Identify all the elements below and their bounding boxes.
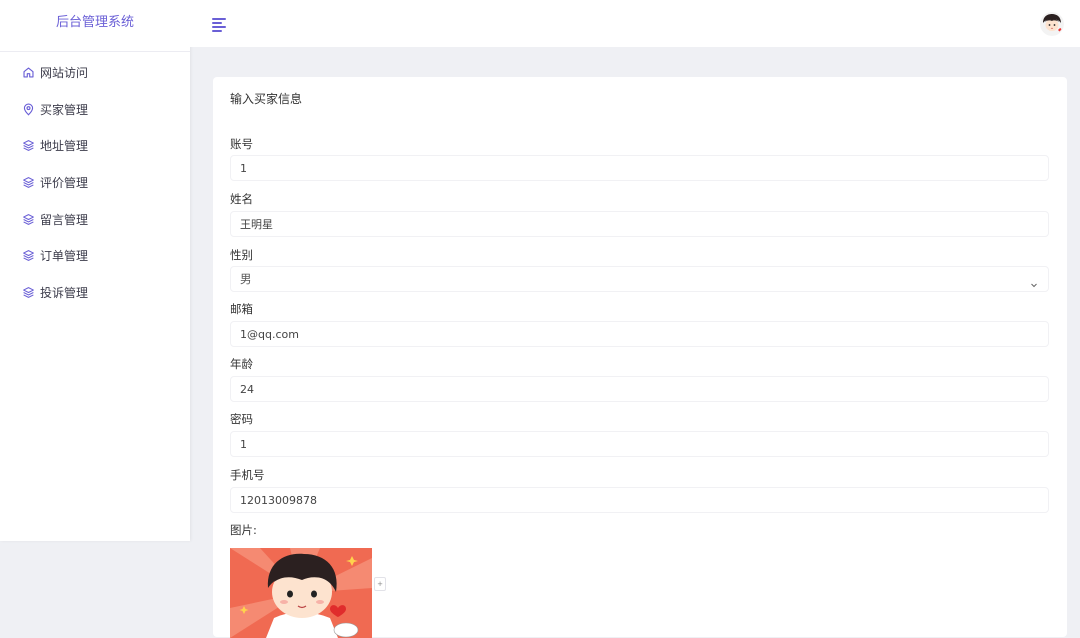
upload-image-button[interactable]: + (374, 577, 386, 591)
sidebar-item-reviews[interactable]: 评价管理 (0, 164, 190, 201)
age-field[interactable] (230, 376, 1049, 402)
image-label: 图片: (230, 523, 257, 537)
layers-icon (22, 286, 35, 299)
app-title: 后台管理系统 (0, 0, 190, 52)
sidebar: 后台管理系统 网站访问 买家管理 地址管理 评价管理 留言管理 订单管理 投诉管… (0, 0, 190, 541)
account-label: 账号 (230, 137, 253, 151)
sidebar-item-label: 留言管理 (40, 212, 89, 227)
hamburger-icon[interactable] (212, 18, 226, 32)
sidebar-item-label: 投诉管理 (40, 285, 89, 300)
layers-icon (22, 249, 35, 262)
home-icon (22, 66, 35, 79)
sidebar-item-label: 网站访问 (40, 65, 89, 80)
sidebar-item-orders[interactable]: 订单管理 (0, 237, 190, 274)
sidebar-item-label: 评价管理 (40, 175, 89, 190)
sidebar-item-label: 订单管理 (40, 249, 89, 264)
chevron-down-icon (1030, 273, 1038, 288)
password-label: 密码 (230, 412, 253, 426)
age-label: 年龄 (230, 357, 253, 371)
email-label: 邮箱 (230, 302, 253, 316)
buyer-photo (230, 548, 372, 638)
gender-select[interactable]: 男 (230, 266, 1049, 292)
gender-label: 性别 (230, 248, 253, 262)
form-title: 输入买家信息 (230, 92, 303, 106)
name-field[interactable] (230, 211, 1049, 237)
sidebar-item-label: 地址管理 (40, 139, 89, 154)
phone-field[interactable] (230, 487, 1049, 513)
layers-icon (22, 213, 35, 226)
password-field[interactable] (230, 431, 1049, 457)
gender-selected-value: 男 (240, 272, 252, 286)
top-bar (190, 0, 1080, 47)
phone-label: 手机号 (230, 468, 265, 482)
name-label: 姓名 (230, 192, 253, 206)
layers-icon (22, 139, 35, 152)
sidebar-item-label: 买家管理 (40, 102, 89, 117)
avatar[interactable] (1040, 12, 1064, 36)
sidebar-item-addresses[interactable]: 地址管理 (0, 127, 190, 164)
buyer-form-card: 输入买家信息 账号 姓名 性别 男 邮箱 年龄 密码 手机号 图片: (213, 77, 1067, 638)
sidebar-item-messages[interactable]: 留言管理 (0, 201, 190, 238)
email-field[interactable] (230, 321, 1049, 347)
sidebar-item-website-visits[interactable]: 网站访问 (0, 54, 190, 91)
location-pin-icon (22, 103, 35, 116)
account-field[interactable] (230, 155, 1049, 181)
sidebar-item-buyers[interactable]: 买家管理 (0, 91, 190, 128)
sidebar-menu: 网站访问 买家管理 地址管理 评价管理 留言管理 订单管理 投诉管理 (0, 52, 190, 311)
sidebar-item-complaints[interactable]: 投诉管理 (0, 274, 190, 311)
layers-icon (22, 176, 35, 189)
